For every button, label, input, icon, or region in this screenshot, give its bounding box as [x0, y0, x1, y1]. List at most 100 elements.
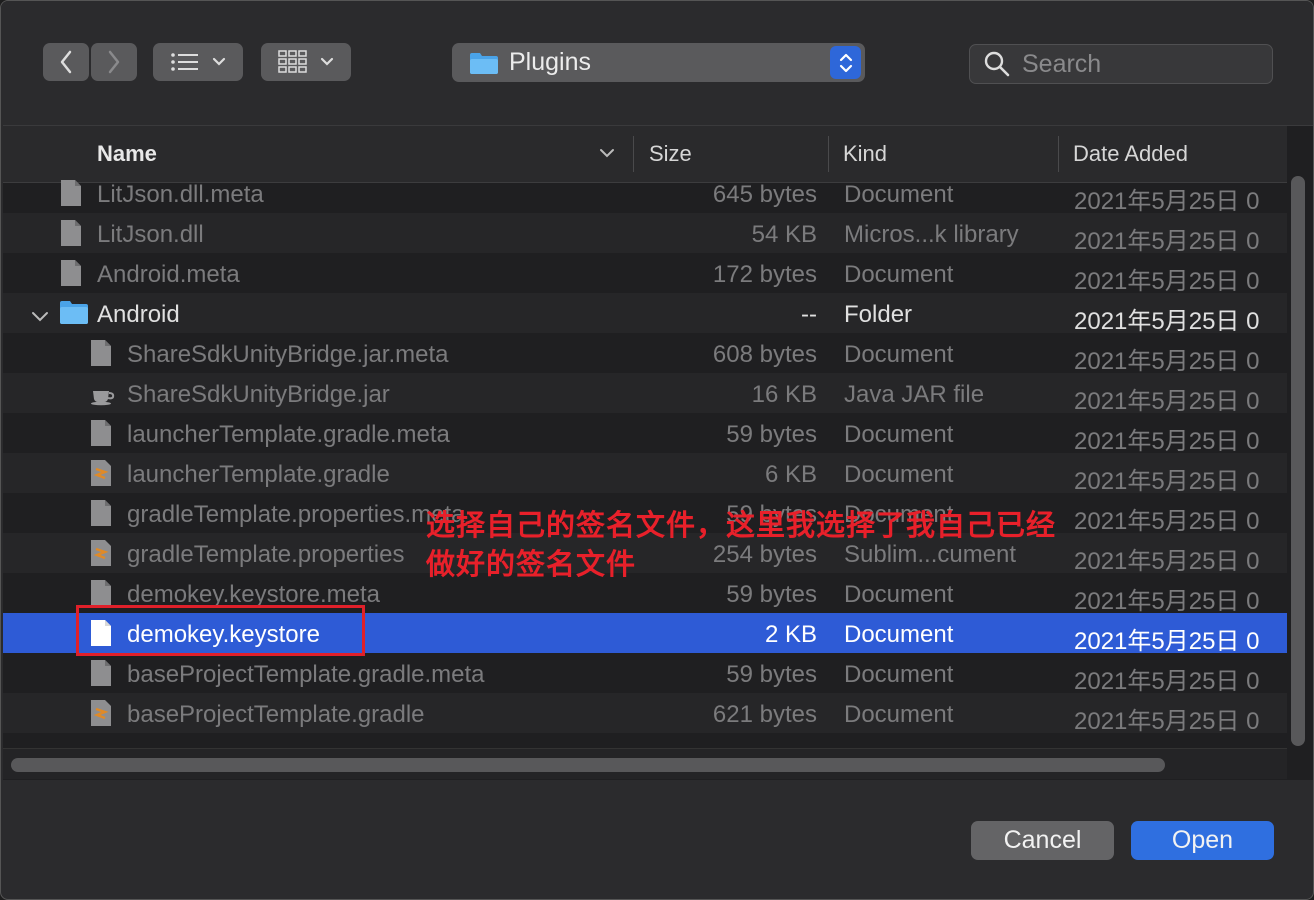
- file-name: ShareSdkUnityBridge.jar.meta: [127, 341, 449, 368]
- java-cup-icon: [89, 379, 117, 414]
- file-size: 608 bytes: [712, 341, 817, 368]
- chevron-down-icon: [212, 57, 226, 66]
- file-name: launcherTemplate.gradle: [127, 461, 390, 488]
- file-name: baseProjectTemplate.gradle.meta: [127, 661, 485, 688]
- column-divider[interactable]: [633, 136, 634, 172]
- file-kind: Document: [844, 581, 954, 608]
- file-row[interactable]: launcherTemplate.gradle 6 KB Document 2021年…: [3, 453, 1287, 495]
- file-date-added: 2021年5月25日 0: [1074, 228, 1260, 255]
- document-icon: [89, 659, 113, 694]
- file-date-added: 2021年5月25日 0: [1074, 468, 1260, 495]
- file-date-added: 2021年5月25日 0: [1074, 628, 1260, 655]
- annotation-text: 选择自己的签名文件，这里我选择了我自己已经 做好的签名文件: [426, 506, 1056, 584]
- file-size: --: [801, 301, 817, 328]
- file-date-added: 2021年5月25日 0: [1074, 708, 1260, 735]
- file-date-added: 2021年5月25日 0: [1074, 388, 1260, 415]
- open-button[interactable]: Open: [1131, 821, 1274, 860]
- column-divider[interactable]: [828, 136, 829, 172]
- sublime-document-icon: [89, 459, 113, 494]
- list-view-button[interactable]: [153, 43, 243, 81]
- search-icon: [984, 51, 1010, 77]
- file-kind: Document: [844, 621, 954, 648]
- icon-view-button[interactable]: [261, 43, 351, 81]
- file-size: 645 bytes: [712, 181, 817, 208]
- chevron-left-icon: [60, 50, 72, 74]
- search-field[interactable]: [969, 44, 1273, 84]
- file-row[interactable]: ShareSdkUnityBridge.jar.meta 608 bytes Doc…: [3, 333, 1287, 375]
- document-icon: [59, 259, 83, 294]
- file-name: gradleTemplate.properties.meta: [127, 501, 465, 528]
- file-date-added: 2021年5月25日 0: [1074, 548, 1260, 575]
- file-row[interactable]: Android.meta 172 bytes Document 2021年5月25日 …: [3, 253, 1287, 295]
- file-row[interactable]: LitJson.dll 54 KB Micros...k library 2021年5…: [3, 213, 1287, 255]
- list-view-icon: [171, 53, 198, 71]
- file-kind: Document: [844, 661, 954, 688]
- file-row[interactable]: baseProjectTemplate.gradle 621 bytes Docum…: [3, 693, 1287, 735]
- file-kind: Document: [844, 341, 954, 368]
- folder-row[interactable]: Android -- Folder 2021年5月25日 0: [3, 293, 1287, 335]
- grid-view-icon: [278, 50, 307, 73]
- file-date-added: 2021年5月25日 0: [1074, 268, 1260, 295]
- file-date-added: 2021年5月25日 0: [1074, 348, 1260, 375]
- document-icon: [59, 179, 83, 214]
- annotation-line-1: 选择自己的签名文件，这里我选择了我自己已经: [426, 508, 1057, 542]
- file-kind: Java JAR file: [844, 381, 985, 408]
- file-name: Android: [97, 301, 180, 328]
- file-kind: Document: [844, 461, 954, 488]
- file-size: 16 KB: [751, 381, 817, 408]
- file-row[interactable]: LitJson.dll.meta 645 bytes Document 2021年5月…: [3, 173, 1287, 215]
- document-icon: [89, 419, 113, 454]
- vertical-scrollbar[interactable]: [1291, 176, 1305, 746]
- file-row[interactable]: baseProjectTemplate.gradle.meta 59 bytes D…: [3, 653, 1287, 695]
- file-row[interactable]: ShareSdkUnityBridge.jar 16 KB Java JAR fil…: [3, 373, 1287, 415]
- column-divider[interactable]: [1058, 136, 1059, 172]
- folder-icon: [470, 52, 498, 74]
- file-kind: Document: [844, 701, 954, 728]
- file-kind: Micros...k library: [844, 221, 1019, 248]
- location-stepper[interactable]: [830, 46, 861, 79]
- sublime-document-icon: [89, 539, 113, 574]
- file-name: LitJson.dll: [97, 221, 204, 248]
- horizontal-scrollbar[interactable]: [11, 758, 1165, 772]
- file-date-added: 2021年5月25日 0: [1074, 188, 1260, 215]
- up-down-chevron-icon: [839, 53, 852, 72]
- file-date-added: 2021年5月25日 0: [1074, 668, 1260, 695]
- file-kind: Document: [844, 421, 954, 448]
- file-row[interactable]: launcherTemplate.gradle.meta 59 bytes Docu…: [3, 413, 1287, 455]
- file-size: 2 KB: [764, 621, 817, 648]
- sublime-document-icon: [89, 699, 113, 734]
- file-kind: Document: [844, 181, 954, 208]
- file-size: 621 bytes: [712, 701, 817, 728]
- file-date-added: 2021年5月25日 0: [1074, 308, 1260, 335]
- file-kind: Folder: [844, 301, 913, 328]
- file-size: 59 bytes: [726, 581, 817, 608]
- file-kind: Document: [844, 261, 954, 288]
- file-name: Android.meta: [97, 261, 240, 288]
- disclosure-triangle-icon[interactable]: [31, 303, 49, 331]
- file-date-added: 2021年5月25日 0: [1074, 428, 1260, 455]
- back-button[interactable]: [43, 43, 89, 81]
- file-name: gradleTemplate.properties: [127, 541, 405, 568]
- annotation-line-2: 做好的签名文件: [426, 547, 637, 581]
- cancel-button[interactable]: Cancel: [971, 821, 1114, 860]
- toolbar: Plugins: [1, 1, 1313, 125]
- file-date-added: 2021年5月25日 0: [1074, 508, 1260, 535]
- chevron-down-icon: [320, 57, 334, 66]
- file-size: 54 KB: [751, 221, 817, 248]
- location-popup[interactable]: Plugins: [452, 43, 865, 82]
- file-size: 59 bytes: [726, 421, 817, 448]
- file-date-added: 2021年5月25日 0: [1074, 588, 1260, 615]
- sort-chevron-icon: [600, 149, 614, 158]
- location-label: Plugins: [509, 48, 591, 76]
- file-size: 59 bytes: [726, 661, 817, 688]
- open-file-dialog: Plugins Name Size Kind Date Added LitJso…: [0, 0, 1314, 900]
- highlight-box: [76, 605, 365, 656]
- forward-button[interactable]: [91, 43, 137, 81]
- file-name: LitJson.dll.meta: [97, 181, 264, 208]
- chevron-right-icon: [108, 50, 120, 74]
- folder-icon: [59, 299, 89, 332]
- document-icon: [89, 339, 113, 374]
- search-input[interactable]: [1020, 48, 1264, 80]
- document-icon: [59, 219, 83, 254]
- file-name: ShareSdkUnityBridge.jar: [127, 381, 390, 408]
